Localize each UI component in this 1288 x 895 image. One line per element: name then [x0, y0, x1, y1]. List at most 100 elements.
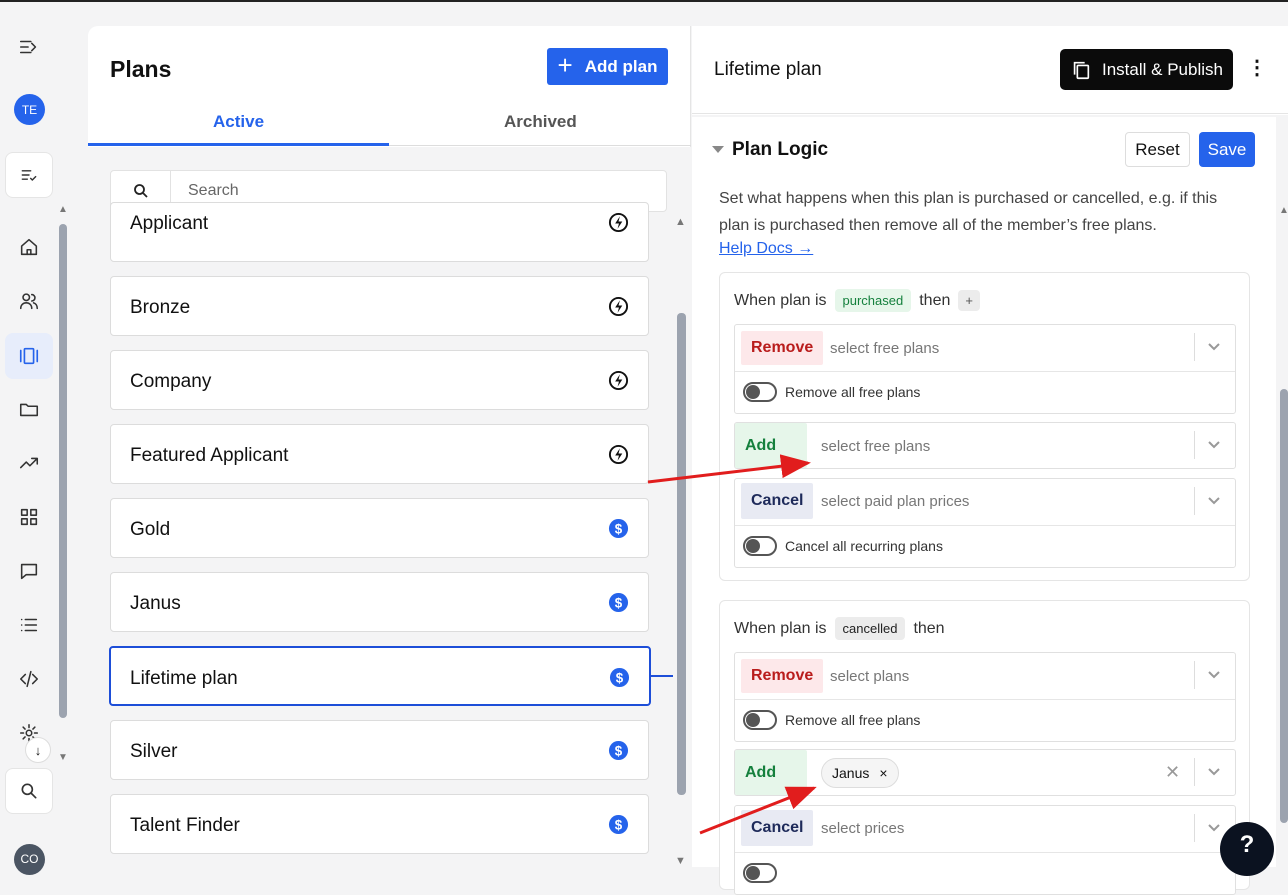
lightning-bolt-icon — [608, 296, 629, 317]
add-action-label: Add — [735, 423, 807, 468]
help-docs-link[interactable]: Help Docs → — [719, 240, 813, 258]
remove-select[interactable]: Remove select plans — [735, 653, 1235, 699]
plan-detail-panel: Lifetime plan Install & Publish ⋮ Plan L… — [692, 26, 1288, 895]
rail-scroll-down-icon[interactable]: ▼ — [58, 752, 68, 763]
lightning-bolt-icon — [608, 370, 629, 391]
plan-list-item[interactable]: Applicant — [110, 202, 649, 262]
plan-list-item[interactable]: Silver $ — [110, 720, 649, 780]
add-plan-label: Add plan — [584, 56, 658, 76]
svg-text:$: $ — [615, 817, 623, 832]
cancel-rule: Cancel select paid plan prices Cancel al… — [734, 478, 1236, 568]
plan-name: Bronze — [130, 297, 191, 318]
status-badge-purchased: purchased — [834, 289, 912, 312]
bottom-avatar[interactable]: CO — [14, 844, 45, 875]
divider — [1194, 661, 1195, 689]
add-condition-button[interactable]: + — [958, 290, 980, 311]
collapse-menu-icon[interactable] — [14, 32, 44, 62]
chevron-down-icon[interactable] — [1207, 820, 1221, 834]
divider — [1194, 431, 1195, 459]
plan-list-item[interactable]: Talent Finder $ — [110, 794, 649, 854]
add-rule: Add select free plans — [734, 422, 1236, 469]
checklist-icon[interactable] — [5, 152, 53, 198]
remove-placeholder: select plans — [830, 668, 910, 685]
plan-name: Applicant — [130, 213, 209, 234]
plan-name: Lifetime plan — [130, 668, 238, 689]
cancel-all-toggle-row: Cancel all recurring plans — [735, 525, 1235, 567]
clear-icon[interactable]: ✕ — [1165, 762, 1180, 783]
plan-logic-description: Set what happens when this plan is purch… — [719, 190, 1218, 234]
folder-icon[interactable] — [14, 394, 44, 424]
lightning-bolt-icon — [608, 444, 629, 465]
add-select[interactable]: Add Janus × ✕ — [735, 750, 1235, 796]
install-publish-button[interactable]: Install & Publish — [1060, 49, 1233, 90]
detail-scroll-up-icon[interactable]: ▲ — [1279, 205, 1288, 216]
plans-panel: Plans + Add plan Active Archived Applica… — [88, 26, 691, 867]
scroll-down-icon[interactable]: ↓ — [25, 737, 51, 763]
trending-icon[interactable] — [14, 448, 44, 478]
more-options-icon[interactable]: ⋮ — [1247, 58, 1267, 78]
cancel-all-toggle-row — [735, 852, 1235, 894]
selected-connector — [651, 675, 673, 677]
status-badge-cancelled: cancelled — [834, 617, 906, 640]
chevron-down-icon[interactable] — [1207, 437, 1221, 451]
plan-list-item[interactable]: Gold $ — [110, 498, 649, 558]
code-icon[interactable] — [14, 664, 44, 694]
purchased-header: When plan is purchased then + — [734, 289, 980, 312]
cancel-all-toggle[interactable] — [743, 863, 777, 883]
plan-list-item[interactable]: Featured Applicant — [110, 424, 649, 484]
remove-all-toggle[interactable] — [743, 382, 777, 402]
then-suffix: then — [919, 291, 951, 309]
members-icon[interactable] — [14, 286, 44, 316]
plans-list-scrollbar[interactable] — [677, 313, 686, 795]
save-button[interactable]: Save — [1199, 132, 1255, 167]
publish-label: Install & Publish — [1102, 59, 1223, 79]
remove-select[interactable]: Remove select free plans — [735, 325, 1235, 371]
add-select[interactable]: Add select free plans — [735, 423, 1235, 469]
remove-all-label: Remove all free plans — [785, 712, 921, 728]
dollar-icon: $ — [609, 667, 630, 688]
list-scroll-down-icon[interactable]: ▼ — [675, 855, 686, 867]
cancel-action-label: Cancel — [741, 810, 814, 846]
help-button[interactable]: ? — [1220, 822, 1274, 876]
comments-icon[interactable] — [14, 556, 44, 586]
plan-name: Silver — [130, 741, 178, 762]
plan-list-item[interactable]: Lifetime plan $ — [109, 646, 651, 706]
chip-label: Janus — [832, 765, 870, 781]
add-plan-button[interactable]: + Add plan — [547, 48, 668, 85]
list-scroll-up-icon[interactable]: ▲ — [675, 216, 686, 228]
collapse-caret-icon[interactable] — [712, 146, 724, 153]
list-icon[interactable] — [14, 610, 44, 640]
search-icon[interactable] — [5, 768, 53, 814]
detail-scrollbar[interactable] — [1280, 389, 1288, 823]
chip-remove-icon[interactable]: × — [879, 765, 887, 781]
plan-list-item[interactable]: Janus $ — [110, 572, 649, 632]
top-border — [0, 0, 1288, 2]
chevron-down-icon[interactable] — [1207, 667, 1221, 681]
avatar[interactable]: TE — [14, 94, 45, 125]
tab-active[interactable]: Active — [213, 112, 264, 132]
rail-scroll-up-icon[interactable]: ▲ — [58, 204, 68, 215]
plan-list-item[interactable]: Bronze — [110, 276, 649, 336]
divider — [1194, 333, 1195, 361]
cancel-select[interactable]: Cancel select prices — [735, 806, 1235, 852]
chevron-down-icon[interactable] — [1207, 493, 1221, 507]
remove-placeholder: select free plans — [830, 340, 940, 357]
remove-action-label: Remove — [741, 331, 824, 365]
plan-list-item[interactable]: Company — [110, 350, 649, 410]
remove-all-toggle[interactable] — [743, 710, 777, 730]
cancel-all-toggle[interactable] — [743, 536, 777, 556]
dollar-icon: $ — [608, 814, 629, 835]
apps-grid-icon[interactable] — [14, 502, 44, 532]
reset-button[interactable]: Reset — [1125, 132, 1190, 167]
rail-scrollbar[interactable] — [59, 224, 67, 718]
remove-action-label: Remove — [741, 659, 824, 693]
chevron-down-icon[interactable] — [1207, 339, 1221, 353]
selected-plan-chip[interactable]: Janus × — [821, 758, 899, 788]
cancel-select[interactable]: Cancel select paid plan prices — [735, 479, 1235, 525]
plans-icon[interactable] — [5, 333, 53, 379]
dollar-icon: $ — [608, 740, 629, 761]
chevron-down-icon[interactable] — [1207, 764, 1221, 778]
home-icon[interactable] — [14, 232, 44, 262]
tab-archived[interactable]: Archived — [504, 112, 577, 132]
plans-title: Plans — [110, 56, 172, 82]
